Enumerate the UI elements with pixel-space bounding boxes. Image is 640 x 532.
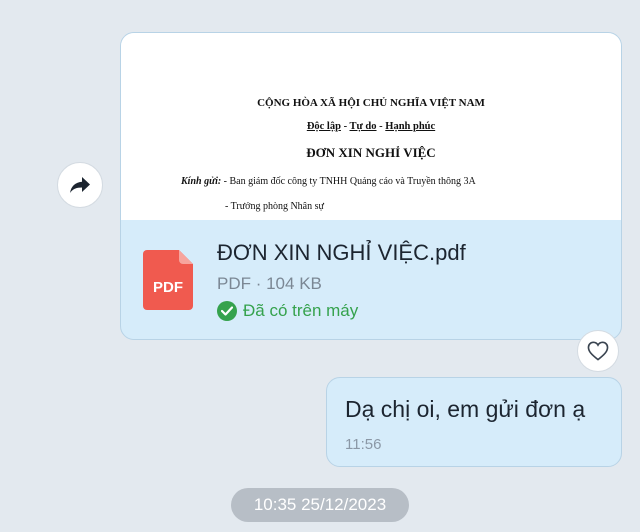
file-meta: PDF · 104 KB: [217, 274, 322, 293]
file-info[interactable]: PDF ĐƠN XIN NGHỈ VIỆC.pdf PDF · 104 KB Đ…: [121, 220, 621, 339]
doc-recipient-line-1: Kính gửi: - Ban giám đốc công ty TNHH Qu…: [181, 176, 476, 187]
heart-icon: [587, 341, 609, 361]
message-text: Dạ chị oi, em gửi đơn ạ: [345, 396, 586, 422]
reaction-button[interactable]: [577, 330, 619, 372]
motto-part-3: Hạnh phúc: [385, 121, 436, 132]
share-arrow-icon: [70, 177, 90, 193]
motto-part-1: Độc lập: [306, 121, 341, 132]
check-circle-icon: [217, 301, 237, 321]
pdf-icon-label: PDF: [153, 279, 183, 296]
doc-recipient-label: Kính gửi:: [181, 176, 222, 187]
doc-heading: CỘNG HÒA XÃ HỘI CHỦ NGHĨA VIỆT NAM: [257, 97, 485, 109]
motto-separator-1: -: [340, 121, 350, 132]
document-preview[interactable]: CỘNG HÒA XÃ HỘI CHỦ NGHĨA VIỆT NAM Độc l…: [121, 33, 621, 220]
date-divider: 10:35 25/12/2023: [231, 488, 409, 522]
doc-recipient-1: - Ban giám đốc công ty TNHH Quảng cáo và…: [221, 176, 476, 187]
file-name[interactable]: ĐƠN XIN NGHỈ VIỆC.pdf: [217, 240, 466, 266]
doc-title: ĐƠN XIN NGHỈ VIỆC: [306, 145, 436, 160]
doc-motto: Độc lập - Tự do - Hạnh phúc: [121, 121, 621, 132]
file-download-status: Đã có trên máy: [217, 301, 358, 321]
motto-part-2: Tự do: [349, 121, 377, 132]
text-message-bubble[interactable]: Dạ chị oi, em gửi đơn ạ 11:56: [326, 377, 622, 467]
doc-recipient-2: - Trưởng phòng Nhân sự: [225, 201, 324, 212]
pdf-file-icon: PDF: [143, 250, 193, 310]
file-status-text: Đã có trên máy: [243, 301, 359, 320]
forward-button[interactable]: [57, 162, 103, 208]
message-time: 11:56: [345, 436, 382, 453]
motto-separator-2: -: [376, 121, 386, 132]
file-message-card[interactable]: CỘNG HÒA XÃ HỘI CHỦ NGHĨA VIỆT NAM Độc l…: [120, 32, 622, 340]
